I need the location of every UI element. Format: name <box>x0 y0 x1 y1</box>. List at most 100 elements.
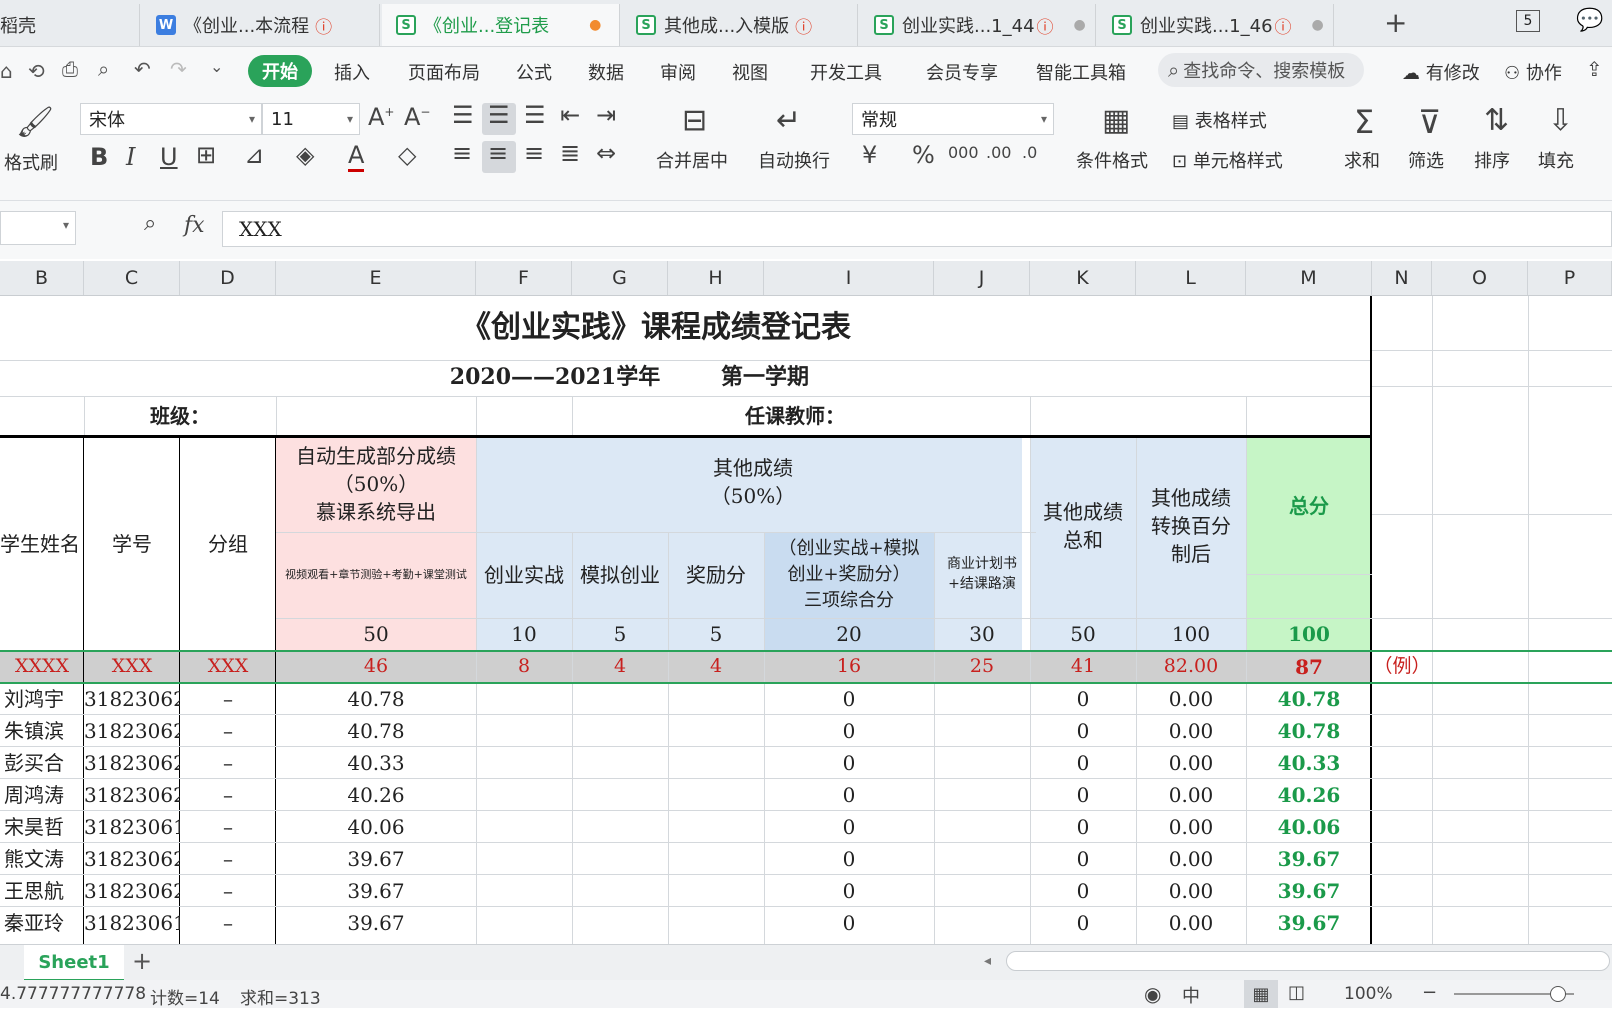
indent-increase-icon[interactable]: ⇥ <box>596 101 616 129</box>
cell-fill-icon[interactable]: ⊿ <box>244 141 264 169</box>
indent-decrease-icon[interactable]: ⇤ <box>560 101 580 129</box>
chat-icon[interactable]: 💬 <box>1576 8 1603 33</box>
cell-conv[interactable]: 0.00 <box>1136 684 1246 714</box>
bold-icon[interactable]: B <box>90 143 108 171</box>
example-simulation[interactable]: 4 <box>572 652 668 682</box>
align-middle-icon[interactable]: ☰ <box>488 101 510 129</box>
col-header-j[interactable]: J <box>934 261 1030 295</box>
example-practice[interactable]: 8 <box>476 652 572 682</box>
menu-smart-toolbox[interactable]: 智能工具箱 <box>1036 59 1126 85</box>
cell-sum[interactable]: 0 <box>1030 844 1136 874</box>
cell-group[interactable]: – <box>180 812 276 842</box>
underline-icon[interactable]: U <box>160 143 178 171</box>
borders-icon[interactable]: ⊞ <box>196 141 216 169</box>
table-style-button[interactable]: ▤ 表格样式 <box>1172 107 1267 133</box>
example-other-total[interactable]: 41 <box>1030 652 1136 682</box>
share-icon[interactable]: ⇪ <box>1586 57 1603 81</box>
cell-total[interactable]: 39.67 <box>1246 908 1372 938</box>
cell-id[interactable]: 3182306212 <box>84 844 180 874</box>
example-converted[interactable]: 82.00 <box>1136 652 1246 682</box>
menu-formulas[interactable]: 公式 <box>516 59 552 85</box>
col-header-k[interactable]: K <box>1030 261 1136 295</box>
col-header-e[interactable]: E <box>276 261 476 295</box>
cell-sum[interactable]: 0 <box>1030 876 1136 906</box>
col-header-l[interactable]: L <box>1136 261 1246 295</box>
sum-label[interactable]: 求和 <box>1344 147 1380 173</box>
horizontal-scrollbar[interactable] <box>1006 951 1610 971</box>
align-center-icon[interactable]: ≡ <box>488 139 508 167</box>
justify-icon[interactable]: ≣ <box>560 139 580 167</box>
cell-sum[interactable]: 0 <box>1030 748 1136 778</box>
align-bottom-icon[interactable]: ☰ <box>524 101 546 129</box>
example-group[interactable]: XXX <box>180 652 276 682</box>
merge-center-label[interactable]: 合并居中 <box>656 147 728 173</box>
example-plan[interactable]: 25 <box>934 652 1030 682</box>
menu-developer[interactable]: 开发工具 <box>810 59 882 85</box>
decrease-font-icon[interactable]: A− <box>404 103 430 131</box>
cell-id[interactable]: 3182306113 <box>84 812 180 842</box>
cell-combo[interactable]: 0 <box>764 812 934 842</box>
cell-combo[interactable]: 0 <box>764 684 934 714</box>
collaborate-button[interactable]: ⚇ 协作 <box>1504 59 1562 85</box>
cell-name[interactable]: 刘鸿宇 <box>0 684 84 714</box>
cell-id[interactable]: 3182306240 <box>84 684 180 714</box>
worksheet-grid[interactable]: 《创业实践》课程成绩登记表 2020——2021学年 第一学期 班级： 任课教师… <box>0 296 1612 944</box>
number-format-select[interactable]: 常规 ▾ <box>852 103 1054 135</box>
cell-group[interactable]: – <box>180 908 276 938</box>
align-right-icon[interactable]: ≡ <box>524 139 544 167</box>
menu-insert[interactable]: 插入 <box>334 59 370 85</box>
sort-label[interactable]: 排序 <box>1474 147 1510 173</box>
print-icon[interactable]: ⎙ <box>62 57 78 81</box>
zoom-search-icon[interactable]: ⌕ <box>144 211 156 236</box>
undo-icon[interactable]: ↶ <box>134 57 151 81</box>
decrease-decimal-icon[interactable]: .0 <box>1022 143 1037 162</box>
modified-status-button[interactable]: ☁ 有修改 <box>1402 59 1480 85</box>
tab-document-flow[interactable]: W 《创业...本流程 ⓘ <box>142 4 380 46</box>
cell-name[interactable]: 周鸿涛 <box>0 780 84 810</box>
cell-name[interactable]: 彭买合 <box>0 748 84 778</box>
example-bonus[interactable]: 4 <box>668 652 764 682</box>
menu-page-layout[interactable]: 页面布局 <box>408 59 480 85</box>
cell-auto[interactable]: 40.78 <box>276 684 476 714</box>
cell-auto[interactable]: 40.33 <box>276 748 476 778</box>
col-header-h[interactable]: H <box>668 261 764 295</box>
example-id[interactable]: XXX <box>84 652 180 682</box>
cell-id[interactable]: 3182306235 <box>84 780 180 810</box>
menu-data[interactable]: 数据 <box>588 59 624 85</box>
example-name[interactable]: XXXX <box>0 652 84 682</box>
new-tab-plus-icon[interactable]: + <box>1384 6 1407 39</box>
align-left-icon[interactable]: ≡ <box>452 139 472 167</box>
cell-total[interactable]: 40.78 <box>1246 684 1372 714</box>
print-preview-icon[interactable]: ⌕ <box>98 57 109 81</box>
cell-auto[interactable]: 39.67 <box>276 908 476 938</box>
cell-total[interactable]: 40.06 <box>1246 812 1372 842</box>
cell-conv[interactable]: 0.00 <box>1136 812 1246 842</box>
increase-font-icon[interactable]: A+ <box>368 103 394 131</box>
eye-protection-icon[interactable]: ◉ <box>1144 982 1161 1006</box>
auto-wrap-icon[interactable]: ↵ <box>776 103 801 138</box>
cell-group[interactable]: – <box>180 716 276 746</box>
fill-label[interactable]: 填充 <box>1538 147 1574 173</box>
cell-conv[interactable]: 0.00 <box>1136 844 1246 874</box>
cell-combo[interactable]: 0 <box>764 876 934 906</box>
conditional-format-label[interactable]: 条件格式 <box>1076 147 1148 173</box>
cell-auto[interactable]: 40.78 <box>276 716 476 746</box>
window-count-badge[interactable]: 5 <box>1516 10 1540 32</box>
menu-view[interactable]: 视图 <box>732 59 768 85</box>
increase-decimal-icon[interactable]: .00 <box>986 143 1011 162</box>
format-painter-label[interactable]: 格式刷 <box>4 149 58 175</box>
italic-icon[interactable]: I <box>126 143 135 171</box>
cell-auto[interactable]: 40.26 <box>276 780 476 810</box>
col-header-n[interactable]: N <box>1372 261 1432 295</box>
cell-sum[interactable]: 0 <box>1030 716 1136 746</box>
cell-conv[interactable]: 0.00 <box>1136 908 1246 938</box>
page-view-icon[interactable]: ◫ <box>1288 982 1305 1003</box>
cell-id[interactable]: 3182306247 <box>84 876 180 906</box>
cell-combo[interactable]: 0 <box>764 908 934 938</box>
cell-sum[interactable]: 0 <box>1030 908 1136 938</box>
cell-auto[interactable]: 39.67 <box>276 876 476 906</box>
col-header-f[interactable]: F <box>476 261 572 295</box>
formula-input[interactable]: XXX <box>222 211 1612 247</box>
col-header-c[interactable]: C <box>84 261 180 295</box>
example-auto[interactable]: 46 <box>276 652 476 682</box>
